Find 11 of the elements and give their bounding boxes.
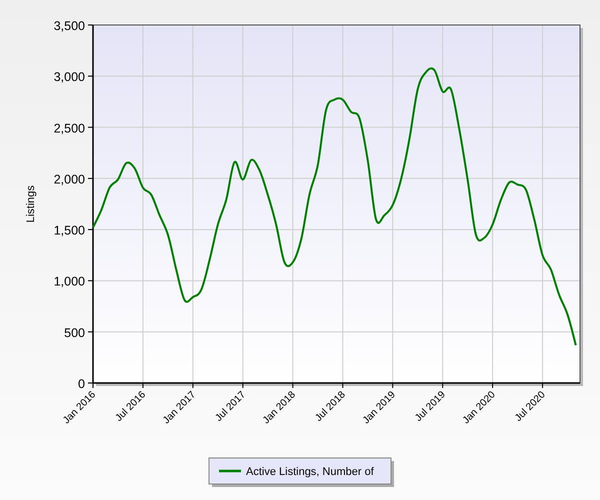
axis-tick-label: 1,500 [54,224,85,238]
legend-swatch-icon [219,470,241,472]
axis-tick-label: 3,000 [54,70,85,84]
axis-tick-label: 2,500 [54,121,85,136]
axis-title: Listings [25,185,37,223]
axis-tick-label: 500 [64,326,85,340]
legend-label: Active Listings, Number of [246,466,374,478]
axis-tick-label: 3,500 [54,19,85,33]
axis-tick-label: 1,000 [54,274,85,289]
axis-tick-label: 0 [78,377,85,391]
axis-tick-label: 2,000 [54,172,85,186]
